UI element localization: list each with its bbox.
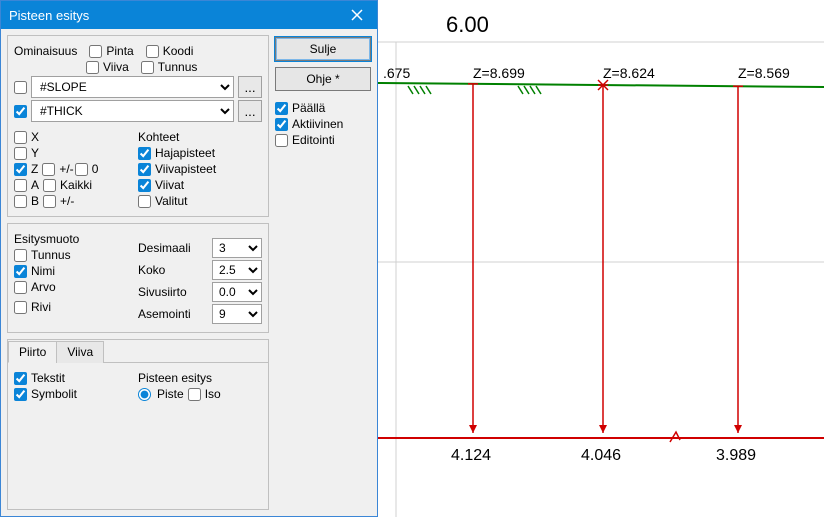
slope-enable-check[interactable] [14, 81, 27, 94]
svg-text:Z=8.624: Z=8.624 [603, 65, 655, 81]
viivat-check[interactable]: Viivat [138, 178, 184, 192]
svg-text:Z=8.569: Z=8.569 [738, 65, 790, 81]
svg-text:3.989: 3.989 [716, 447, 756, 464]
iso-check[interactable]: Iso [188, 387, 221, 401]
paalla-check[interactable]: Päällä [275, 101, 371, 115]
esitysmuoto-panel: Esitysmuoto Tunnus Nimi Arvo Rivi Desima… [7, 223, 269, 333]
pisteen-esitys-label: Pisteen esitys [138, 371, 262, 385]
koko-label: Koko [138, 263, 165, 277]
close-button[interactable] [337, 1, 377, 29]
titlebar: Pisteen esitys [1, 1, 377, 29]
close-icon [351, 9, 363, 21]
kaikki-check[interactable]: Kaikki [43, 178, 92, 192]
desimaali-label: Desimaali [138, 241, 191, 255]
tab-viiva[interactable]: Viiva [56, 341, 104, 363]
rivi-check[interactable]: Rivi [14, 300, 51, 314]
sivusiirto-select[interactable]: 0.0 [212, 282, 262, 302]
dialog-content: Ominaisuus Pinta Koodi Viiva Tunnus #SLO… [1, 29, 377, 516]
tab-piirto[interactable]: Piirto [8, 341, 57, 363]
z-zero-check[interactable]: 0 [75, 162, 99, 176]
slope-combo[interactable]: #SLOPE [31, 76, 234, 98]
b-pm-check[interactable]: +/- [43, 194, 74, 208]
tunnus-check[interactable]: Tunnus [141, 60, 198, 74]
asemointi-label: Asemointi [138, 307, 191, 321]
valitut-check[interactable]: Valitut [138, 194, 187, 208]
thick-browse-button[interactable]: ... [238, 100, 262, 122]
svg-text:Z=8.699: Z=8.699 [473, 65, 525, 81]
asemointi-select[interactable]: 9 [212, 304, 262, 324]
y-check[interactable]: Y [14, 146, 39, 160]
coord-column: X Y Z +/- 0 A Kaikki B +/ [14, 128, 138, 210]
piste-radio[interactable]: Piste [138, 387, 184, 401]
a-check[interactable]: A [14, 178, 39, 192]
sivusiirto-label: Sivusiirto [138, 285, 187, 299]
koodi-check[interactable]: Koodi [146, 44, 194, 58]
arvo-check[interactable]: Arvo [14, 280, 56, 294]
chart-svg: 6.00 .675 Z=8.699 Z=8.624 Z=8.569 4.124 4.046 3… [378, 0, 824, 517]
ominaisuus-panel: Ominaisuus Pinta Koodi Viiva Tunnus #SLO… [7, 35, 269, 217]
b-check[interactable]: B [14, 194, 39, 208]
ohje-button[interactable]: Ohje * [275, 67, 371, 91]
viivapisteet-check[interactable]: Viivapisteet [138, 162, 216, 176]
chart-area: 6.00 .675 Z=8.699 Z=8.624 Z=8.569 4.124 4.046 3… [378, 0, 824, 517]
esitysmuoto-label: Esitysmuoto [14, 232, 138, 246]
svg-text:4.046: 4.046 [581, 447, 621, 464]
viiva-check[interactable]: Viiva [86, 60, 129, 74]
svg-text:6.00: 6.00 [446, 12, 489, 37]
svg-text:.675: .675 [383, 65, 410, 81]
ominaisuus-label: Ominaisuus [14, 44, 77, 58]
window-title: Pisteen esitys [9, 8, 89, 23]
thick-enable-check[interactable] [14, 105, 27, 118]
svg-text:4.124: 4.124 [451, 447, 491, 464]
hajapisteet-check[interactable]: Hajapisteet [138, 146, 215, 160]
pinta-check[interactable]: Pinta [89, 44, 133, 58]
z-check[interactable]: Z [14, 162, 38, 176]
tekstit-check[interactable]: Tekstit [14, 371, 65, 385]
kohteet-label: Kohteet [138, 130, 262, 144]
aktiivinen-check[interactable]: Aktiivinen [275, 117, 371, 131]
tunnus2-check[interactable]: Tunnus [14, 248, 71, 262]
desimaali-select[interactable]: 3 [212, 238, 262, 258]
nimi-check[interactable]: Nimi [14, 264, 55, 278]
kohteet-column: Kohteet Hajapisteet Viivapisteet Viivat … [138, 128, 262, 210]
z-pm-check[interactable]: +/- [42, 162, 73, 176]
piirto-panel: Piirto Viiva Tekstit Symbolit Pisteen es… [7, 339, 269, 510]
symbolit-check[interactable]: Symbolit [14, 387, 77, 401]
thick-combo[interactable]: #THICK [31, 100, 234, 122]
right-column: Sulje Ohje * Päällä Aktiivinen Editointi [275, 35, 371, 510]
sulje-button[interactable]: Sulje [275, 37, 371, 61]
koko-select[interactable]: 2.5 [212, 260, 262, 280]
x-check[interactable]: X [14, 130, 39, 144]
editointi-check[interactable]: Editointi [275, 133, 371, 147]
left-column: Ominaisuus Pinta Koodi Viiva Tunnus #SLO… [7, 35, 269, 510]
dialog-window: Pisteen esitys Ominaisuus Pinta Koodi Vi… [0, 0, 378, 517]
tab-bar: Piirto Viiva [8, 340, 268, 363]
slope-browse-button[interactable]: ... [238, 76, 262, 98]
